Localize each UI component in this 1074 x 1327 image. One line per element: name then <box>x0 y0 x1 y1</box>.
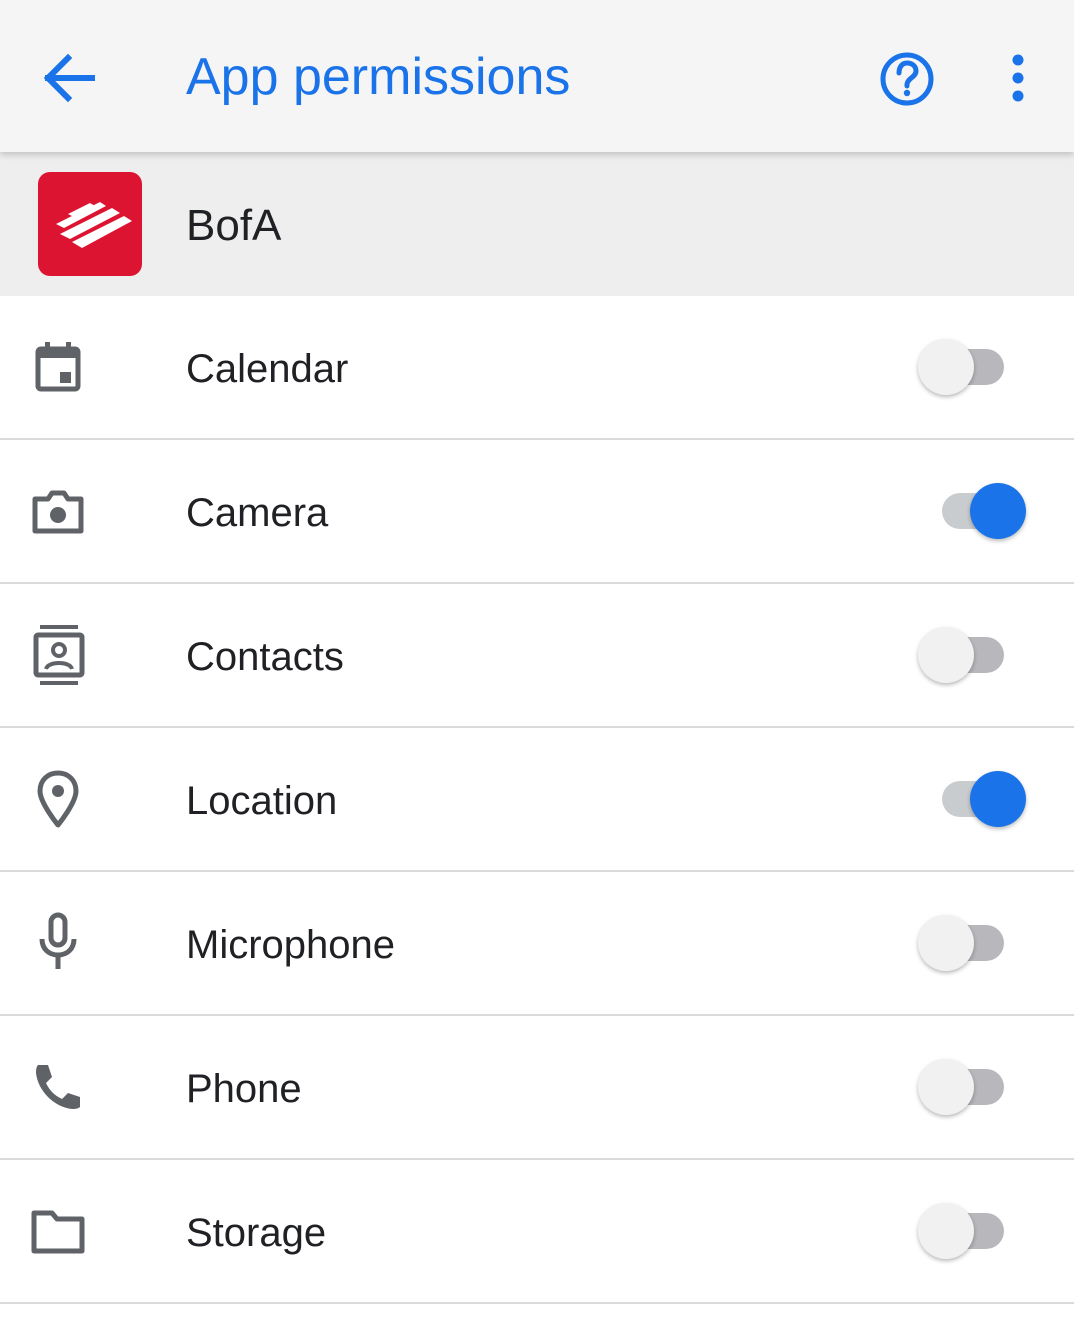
contacts-icon <box>26 623 90 687</box>
toggle-thumb <box>970 483 1026 539</box>
permission-row-location[interactable]: Location <box>0 728 1074 872</box>
storage-toggle[interactable] <box>918 1203 1030 1259</box>
permission-list: Calendar Camera Contacts Location Microp… <box>0 296 1074 1304</box>
permission-label: Phone <box>186 1067 302 1111</box>
toggle-thumb <box>918 627 974 683</box>
bank-of-america-logo <box>56 202 132 248</box>
microphone-toggle[interactable] <box>918 915 1030 971</box>
toggle-thumb <box>918 915 974 971</box>
permission-row-microphone[interactable]: Microphone <box>0 872 1074 1016</box>
permission-label: Contacts <box>186 635 344 679</box>
permission-row-calendar[interactable]: Calendar <box>0 296 1074 440</box>
toggle-thumb <box>918 1203 974 1259</box>
arrow-back-icon <box>43 53 95 103</box>
folder-icon <box>26 1199 90 1263</box>
permission-label: Microphone <box>186 923 396 967</box>
permission-row-storage[interactable]: Storage <box>0 1160 1074 1304</box>
permission-label: Storage <box>186 1211 327 1255</box>
permission-label: Camera <box>186 491 329 535</box>
app-logo <box>38 172 142 276</box>
page-title: App permissions <box>186 48 571 106</box>
toggle-thumb <box>918 1059 974 1115</box>
permission-row-contacts[interactable]: Contacts <box>0 584 1074 728</box>
help-button[interactable] <box>876 48 938 110</box>
phone-icon <box>26 1055 90 1119</box>
permission-label: Location <box>186 779 338 823</box>
contacts-toggle[interactable] <box>918 627 1030 683</box>
location-pin-icon <box>26 767 90 831</box>
microphone-icon <box>26 911 90 975</box>
camera-icon <box>26 479 90 543</box>
permission-row-phone[interactable]: Phone <box>0 1016 1074 1160</box>
toggle-thumb <box>918 339 974 395</box>
toggle-thumb <box>970 771 1026 827</box>
more-options-button[interactable] <box>998 48 1038 110</box>
back-button[interactable] <box>40 50 100 106</box>
permission-row-camera[interactable]: Camera <box>0 440 1074 584</box>
permission-label: Calendar <box>186 347 349 391</box>
phone-toggle[interactable] <box>918 1059 1030 1115</box>
calendar-icon <box>26 335 90 399</box>
location-toggle[interactable] <box>918 771 1030 827</box>
camera-toggle[interactable] <box>918 483 1030 539</box>
app-header: BofA <box>0 152 1074 296</box>
help-circle-icon <box>880 52 934 106</box>
app-bar: App permissions <box>0 0 1074 152</box>
app-name: BofA <box>186 201 282 250</box>
calendar-toggle[interactable] <box>918 339 1030 395</box>
more-vert-icon <box>1012 54 1024 102</box>
